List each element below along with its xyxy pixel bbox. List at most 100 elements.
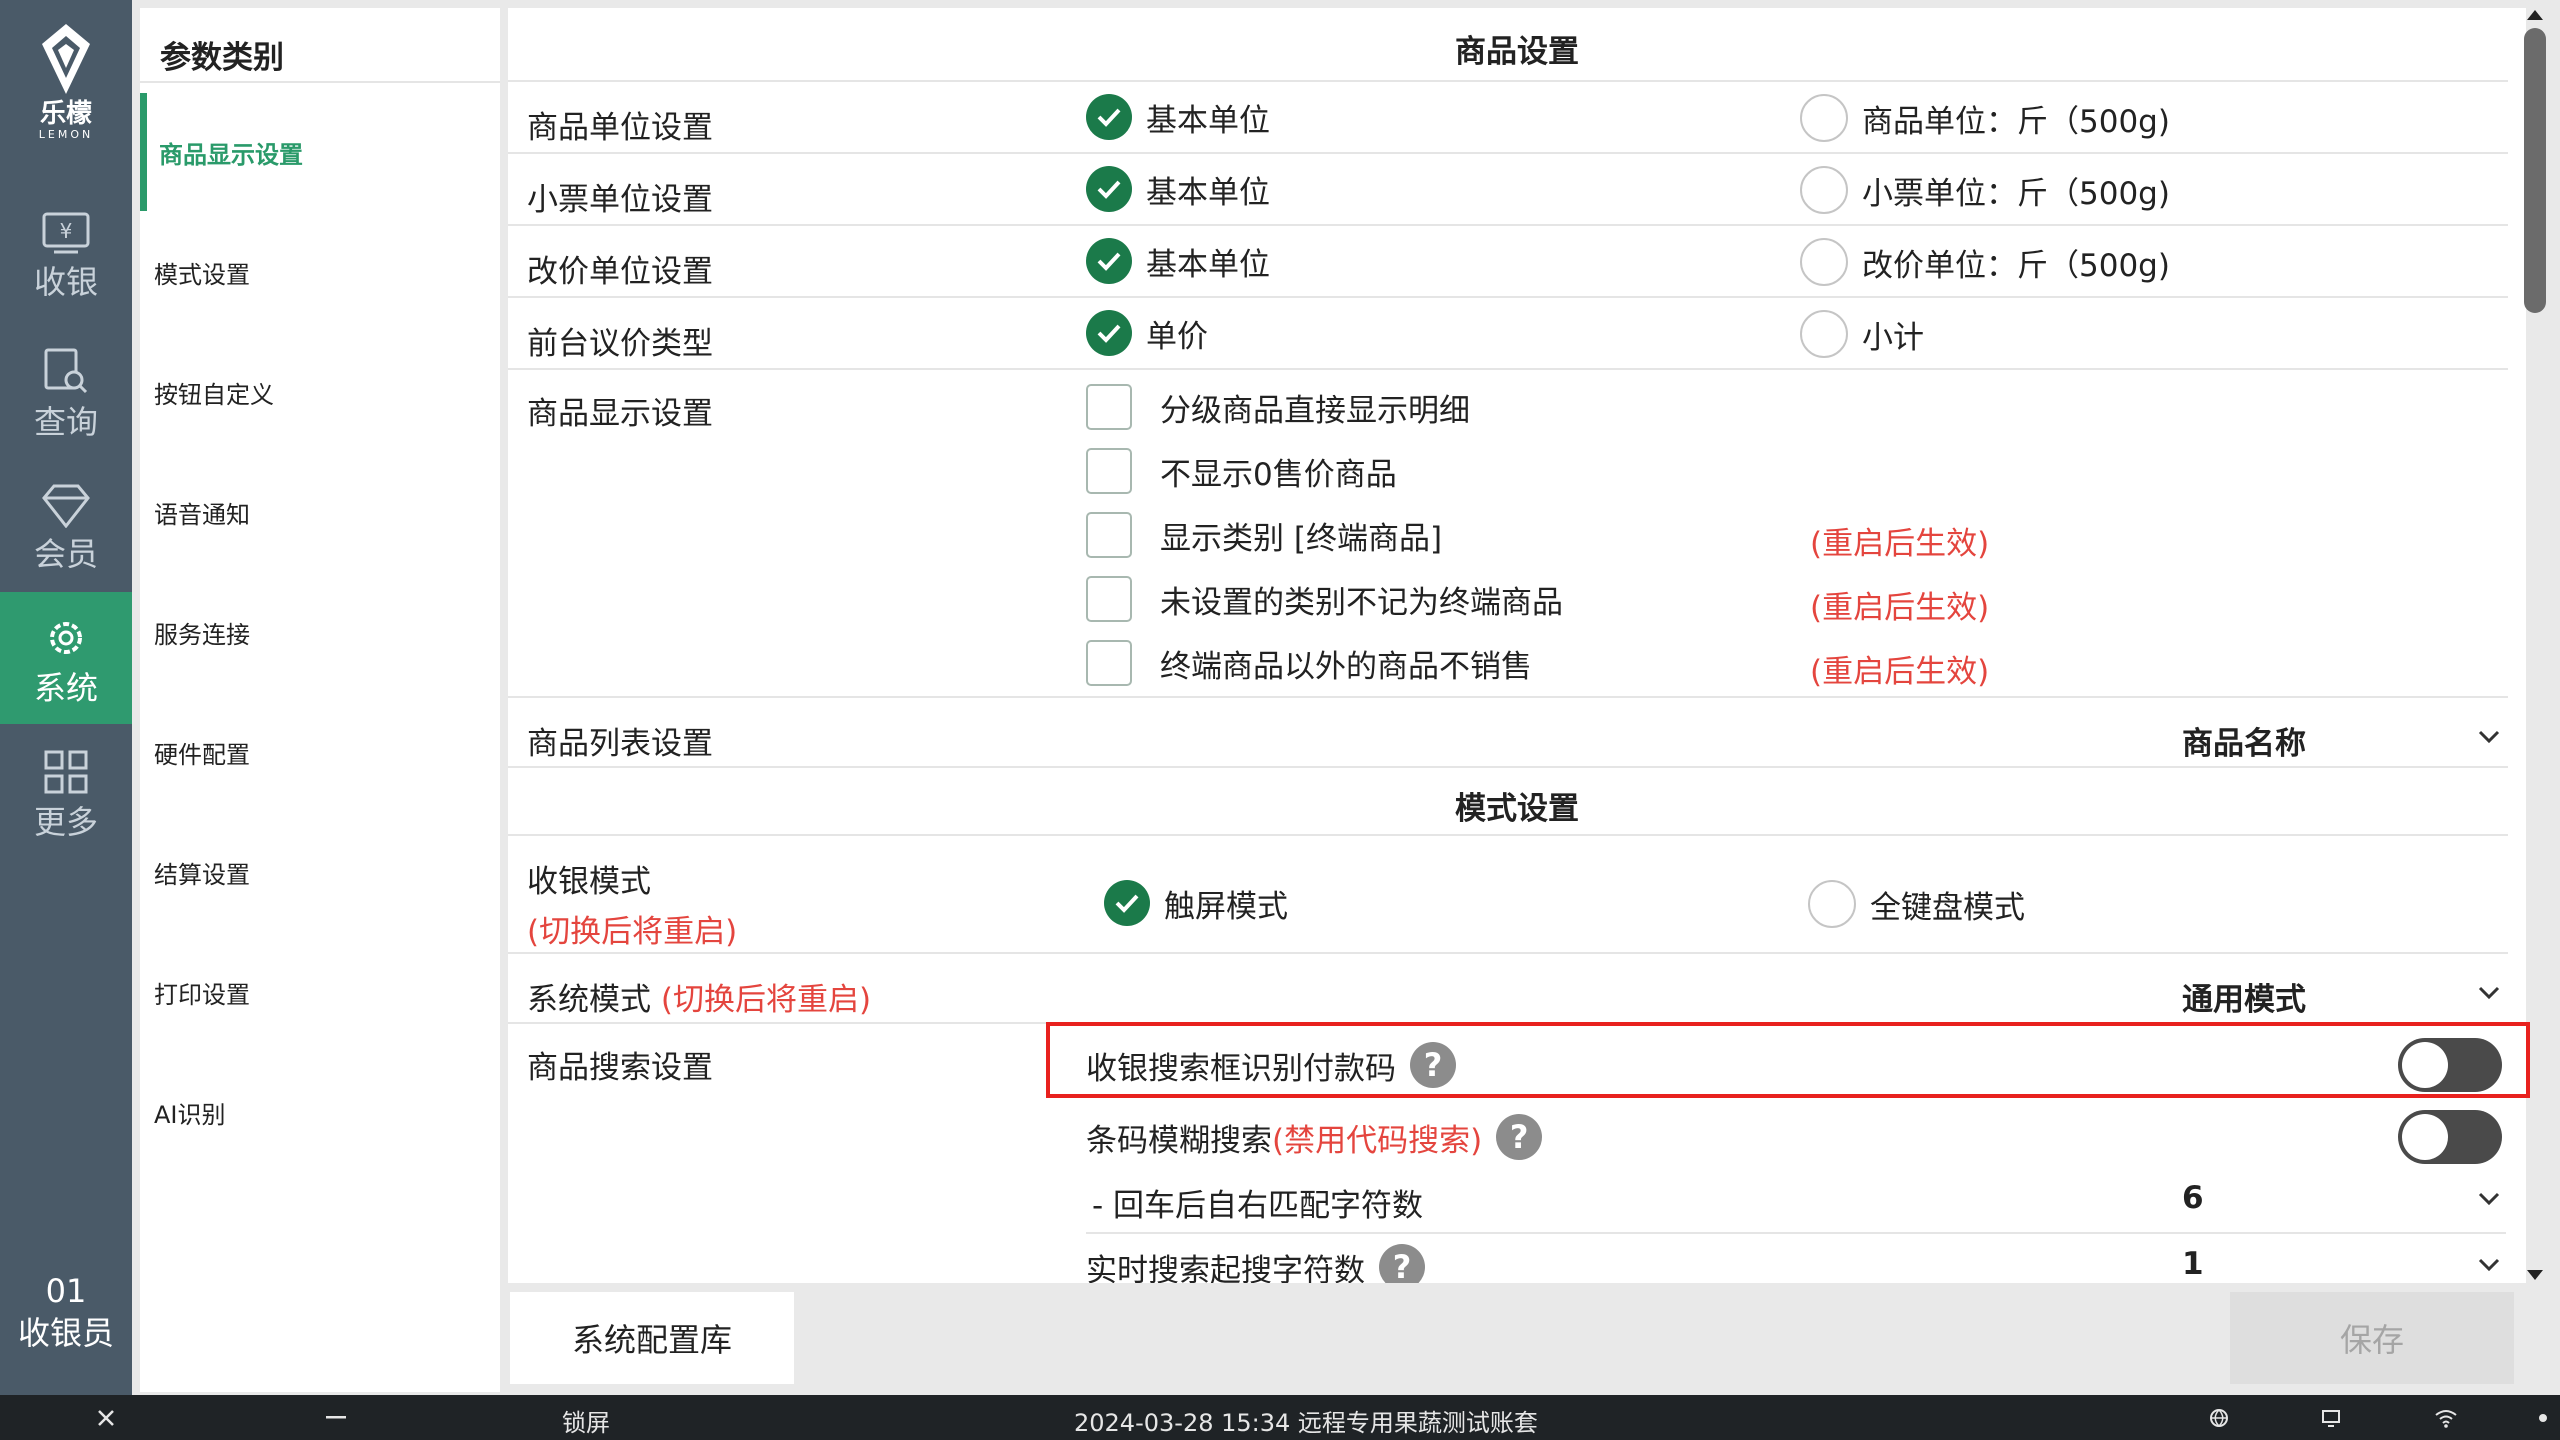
check-icon bbox=[1086, 94, 1132, 140]
category-item-service[interactable]: 服务连接 bbox=[140, 573, 500, 691]
setting-row-match-count[interactable]: - 回车后自右匹配字符数 6 bbox=[1086, 1168, 2506, 1234]
checkbox-hide-zero-price[interactable]: 不显示0售价商品 bbox=[1086, 448, 1397, 494]
radio-circle-icon bbox=[1808, 880, 1856, 928]
category-item-mode[interactable]: 模式设置 bbox=[140, 213, 500, 331]
minimize-icon[interactable] bbox=[326, 1416, 346, 1420]
check-icon bbox=[1104, 880, 1150, 926]
user-role: 收银员 bbox=[17, 1314, 114, 1352]
section-title-mode: 模式设置 bbox=[1455, 791, 1579, 827]
checkbox-icon bbox=[1086, 640, 1132, 686]
radio-circle-icon bbox=[1800, 94, 1848, 142]
nav-item-more[interactable]: 更多 bbox=[0, 726, 132, 858]
radio-subtotal[interactable]: 小计 bbox=[1800, 310, 1924, 358]
radio-basic-unit[interactable]: 基本单位 bbox=[1086, 238, 1270, 284]
checkbox-icon bbox=[1086, 576, 1132, 622]
scrollbar[interactable] bbox=[2520, 8, 2550, 1283]
option-label: 显示类别 [终端商品] bbox=[1160, 520, 1443, 557]
category-item-settlement[interactable]: 结算设置 bbox=[140, 813, 500, 931]
category-item-buttons[interactable]: 按钮自定义 bbox=[140, 333, 500, 451]
main-nav: 乐檬 LEMON ¥ 收银 查询 会员 系统 更多 01 收银员 bbox=[0, 0, 132, 1395]
scroll-down-icon[interactable] bbox=[2525, 1268, 2545, 1282]
nav-item-system[interactable]: 系统 bbox=[0, 592, 132, 724]
scrollbar-thumb[interactable] bbox=[2524, 28, 2546, 313]
lock-screen-button[interactable]: 锁屏 bbox=[562, 1403, 610, 1438]
option-label: 触屏模式 bbox=[1164, 888, 1288, 925]
category-item-voice[interactable]: 语音通知 bbox=[140, 453, 500, 571]
search-doc-icon bbox=[44, 348, 88, 394]
setting-row-bargain-type: 前台议价类型 单价 小计 bbox=[508, 298, 2508, 370]
checkbox-show-category[interactable]: 显示类别 [终端商品] bbox=[1086, 512, 1442, 558]
nav-label: 更多 bbox=[33, 803, 98, 841]
category-panel: 参数类别 商品显示设置 模式设置 按钮自定义 语音通知 服务连接 硬件配置 结算… bbox=[140, 8, 500, 1392]
setting-row-realtime-count[interactable]: 实时搜索起搜字符数? 1 bbox=[1086, 1234, 2506, 1283]
help-icon[interactable]: ? bbox=[1379, 1244, 1425, 1283]
cashier-icon: ¥ bbox=[42, 212, 90, 254]
radio-alt-unit[interactable]: 商品单位：斤（500g) bbox=[1800, 94, 2170, 142]
nav-item-cashier[interactable]: ¥ 收银 bbox=[0, 190, 132, 322]
setting-row-goods-list[interactable]: 商品列表设置 商品名称 bbox=[508, 698, 2508, 768]
category-item-ai[interactable]: AI识别 bbox=[140, 1053, 500, 1171]
dropdown-value: 通用模式 bbox=[2182, 982, 2306, 1018]
category-item-hardware[interactable]: 硬件配置 bbox=[140, 693, 500, 811]
row-label: 改价单位设置 bbox=[527, 254, 713, 290]
barcode-fuzzy-label: 条码模糊搜索 (禁用代码搜索)? bbox=[1086, 1114, 1543, 1160]
nav-item-query[interactable]: 查询 bbox=[0, 326, 132, 458]
checkbox-show-grade-detail[interactable]: 分级商品直接显示明细 bbox=[1086, 384, 1470, 430]
category-title: 参数类别 bbox=[140, 8, 500, 83]
radio-unit-price[interactable]: 单价 bbox=[1086, 310, 1208, 356]
check-icon bbox=[1086, 310, 1132, 356]
checkbox-unset-category[interactable]: 未设置的类别不记为终端商品 bbox=[1086, 576, 1563, 622]
config-library-button[interactable]: 系统配置库 bbox=[510, 1292, 794, 1384]
row-label: 系统模式 (切换后将重启) bbox=[527, 974, 871, 1019]
monitor-icon[interactable] bbox=[2320, 1407, 2342, 1429]
restart-note: (切换后将重启) bbox=[527, 914, 738, 950]
toggle-knob bbox=[2402, 1114, 2448, 1160]
nav-label: 系统 bbox=[33, 669, 98, 707]
brand-name-en: LEMON bbox=[38, 128, 94, 141]
radio-basic-unit[interactable]: 基本单位 bbox=[1086, 94, 1270, 140]
restart-note: (重启后生效) bbox=[1810, 590, 1990, 626]
nav-label: 查询 bbox=[33, 403, 98, 441]
radio-alt-unit[interactable]: 小票单位：斤（500g) bbox=[1800, 166, 2170, 214]
check-icon bbox=[1086, 238, 1132, 284]
option-label: 全键盘模式 bbox=[1870, 889, 2025, 926]
help-icon[interactable]: ? bbox=[1496, 1114, 1543, 1160]
taskbar: 锁屏 2024-03-28 15:34 远程专用果蔬测试账套 bbox=[0, 1395, 2560, 1440]
nav-label: 会员 bbox=[33, 535, 98, 573]
category-item-print[interactable]: 打印设置 bbox=[140, 933, 500, 1051]
setting-row-system-mode[interactable]: 系统模式 (切换后将重启) 通用模式 bbox=[508, 954, 2508, 1024]
option-label: 基本单位 bbox=[1146, 246, 1270, 283]
radio-keyboard-mode[interactable]: 全键盘模式 bbox=[1808, 880, 2025, 928]
setting-row-goods-display: 商品显示设置 分级商品直接显示明细 不显示0售价商品 显示类别 [终端商品] (… bbox=[508, 370, 2508, 698]
option-label: 实时搜索起搜字符数 bbox=[1086, 1252, 1365, 1284]
option-label: 小计 bbox=[1862, 319, 1924, 356]
user-id: 01 bbox=[45, 1272, 87, 1310]
fuzzy-note: (禁用代码搜索) bbox=[1272, 1122, 1483, 1159]
nav-item-member[interactable]: 会员 bbox=[0, 462, 132, 594]
save-button[interactable]: 保存 bbox=[2230, 1292, 2514, 1384]
category-item-display[interactable]: 商品显示设置 bbox=[140, 93, 500, 211]
globe-icon[interactable] bbox=[2208, 1407, 2230, 1429]
row-label: 小票单位设置 bbox=[527, 182, 713, 218]
checkbox-terminal-only[interactable]: 终端商品以外的商品不销售 bbox=[1086, 640, 1532, 686]
option-label: 条码模糊搜索 bbox=[1086, 1122, 1272, 1159]
setting-row-price-unit: 改价单位设置 基本单位 改价单位：斤（500g) bbox=[508, 226, 2508, 298]
setting-row-receipt-unit: 小票单位设置 基本单位 小票单位：斤（500g) bbox=[508, 154, 2508, 226]
wifi-icon[interactable] bbox=[2434, 1407, 2458, 1429]
chevron-down-icon bbox=[2478, 1258, 2500, 1272]
chevron-down-icon bbox=[2478, 730, 2500, 744]
toggle-barcode-fuzzy[interactable] bbox=[2398, 1110, 2502, 1164]
scroll-up-icon[interactable] bbox=[2525, 8, 2545, 22]
radio-alt-unit[interactable]: 改价单位：斤（500g) bbox=[1800, 238, 2170, 286]
radio-touch-mode[interactable]: 触屏模式 bbox=[1104, 880, 1288, 926]
row-label: 收银模式 bbox=[527, 864, 651, 900]
nav-label: 收银 bbox=[33, 263, 98, 301]
realtime-label: 实时搜索起搜字符数? bbox=[1086, 1244, 1425, 1283]
close-icon[interactable] bbox=[96, 1408, 116, 1428]
status-text: 2024-03-28 15:34 远程专用果蔬测试账套 bbox=[1074, 1409, 1538, 1437]
dropdown-value: 6 bbox=[2182, 1180, 2204, 1216]
restart-note: (切换后将重启) bbox=[660, 982, 872, 1018]
radio-circle-icon bbox=[1800, 310, 1848, 358]
row-label: 商品列表设置 bbox=[527, 726, 713, 762]
radio-basic-unit[interactable]: 基本单位 bbox=[1086, 166, 1270, 212]
